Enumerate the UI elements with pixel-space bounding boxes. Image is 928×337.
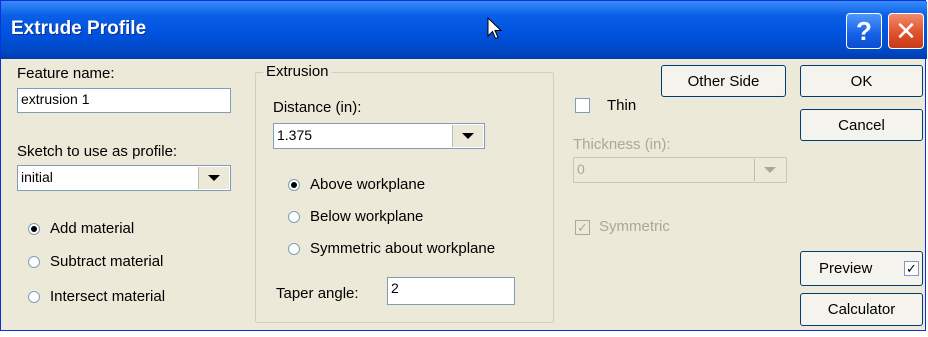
radio-label: Subtract material [50, 253, 164, 270]
arrow-cursor-icon [487, 17, 503, 40]
close-button[interactable]: ✕ [888, 13, 924, 49]
radio-label: Intersect material [50, 288, 166, 305]
radio-label: Below workplane [310, 208, 424, 225]
other-side-button[interactable]: Other Side [661, 65, 786, 97]
distance-select[interactable]: 1.375 [273, 123, 485, 149]
thickness-value: 0 [577, 161, 585, 177]
radio-label: Add material [50, 220, 135, 237]
sketch-value: initial [21, 169, 53, 185]
radio-label: Symmetric about workplane [310, 240, 496, 257]
ok-button[interactable]: OK [800, 65, 923, 97]
chevron-down-icon [754, 159, 785, 181]
symmetric-label: Symmetric [599, 218, 670, 235]
feature-name-input[interactable]: extrusion 1 [17, 88, 231, 113]
radio-circle-icon [28, 290, 40, 303]
radio-above-workplane[interactable]: Above workplane [288, 176, 425, 193]
close-icon: ✕ [895, 15, 917, 46]
taper-angle-label: Taper angle: [276, 285, 359, 302]
radio-below-workplane[interactable]: Below workplane [288, 208, 423, 225]
sketch-select[interactable]: initial [17, 165, 231, 191]
calculator-label: Calculator [827, 301, 896, 318]
other-side-label: Other Side [687, 72, 760, 90]
radio-subtract-material[interactable]: Subtract material [28, 253, 163, 270]
distance-label: Distance (in): [273, 99, 362, 116]
taper-angle-input[interactable]: 2 [387, 277, 515, 305]
radio-circle-icon [28, 222, 40, 235]
calculator-button[interactable]: Calculator [800, 293, 923, 326]
radio-symmetric-workplane[interactable]: Symmetric about workplane [288, 240, 495, 257]
cancel-label: Cancel [838, 116, 885, 134]
chevron-down-icon[interactable] [452, 125, 483, 147]
distance-value: 1.375 [277, 127, 313, 143]
radio-circle-icon [28, 255, 40, 268]
extrude-profile-dialog: Extrude Profile ? ✕ Feature name: extrus… [0, 0, 927, 331]
extrusion-group-title: Extrusion [263, 63, 332, 80]
preview-checkbox[interactable]: ✓ [904, 261, 919, 276]
thin-checkbox[interactable] [575, 98, 590, 113]
thickness-select[interactable]: 0 [573, 157, 787, 183]
preview-label: Preview [819, 260, 873, 277]
cancel-button[interactable]: Cancel [800, 109, 923, 141]
chevron-down-icon[interactable] [198, 167, 229, 189]
check-icon: ✓ [906, 261, 917, 276]
title-bar[interactable]: Extrude Profile ? ✕ [1, 1, 927, 59]
taper-angle-value: 2 [391, 280, 399, 296]
radio-circle-icon [288, 242, 300, 255]
window-title: Extrude Profile [11, 18, 147, 39]
sketch-label: Sketch to use as profile: [17, 143, 178, 160]
symmetric-checkbox[interactable]: ✓ [575, 220, 590, 235]
radio-circle-icon [288, 178, 300, 191]
radio-intersect-material[interactable]: Intersect material [28, 288, 165, 305]
radio-circle-icon [288, 210, 300, 223]
feature-name-label: Feature name: [17, 65, 115, 82]
radio-label: Above workplane [310, 176, 426, 193]
feature-name-value: extrusion 1 [21, 91, 90, 107]
ok-label: OK [850, 72, 873, 90]
radio-add-material[interactable]: Add material [28, 220, 134, 237]
thickness-label: Thickness (in): [573, 136, 671, 153]
background-strip [0, 331, 928, 337]
check-icon: ✓ [577, 220, 588, 235]
thin-label: Thin [607, 97, 637, 114]
help-icon: ? [856, 15, 872, 46]
help-button[interactable]: ? [846, 13, 882, 49]
